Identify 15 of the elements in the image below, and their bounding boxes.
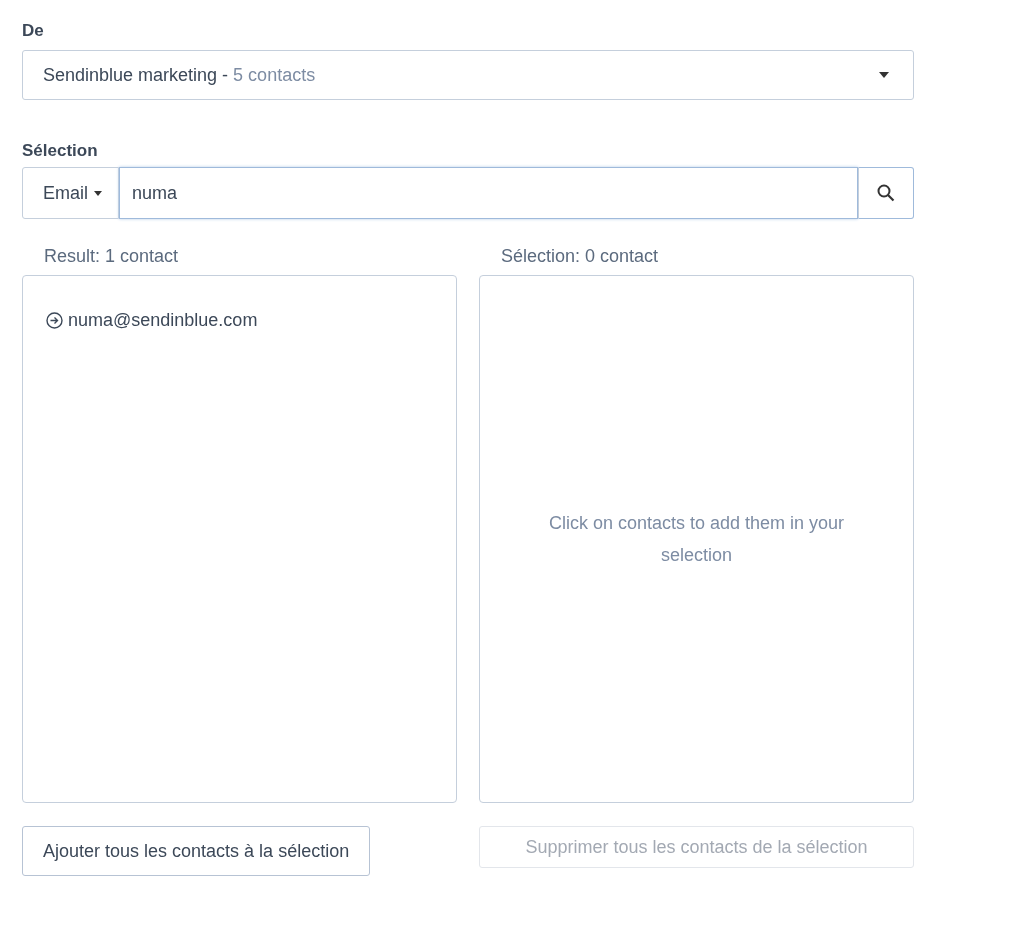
field-label: Sélection [22,140,98,162]
field-label: De [22,20,44,42]
caret-icon [94,190,102,196]
empty-hint: Click on contacts to add them in your selection [547,512,846,567]
contact-email[interactable]: numa@sendinblue.com [68,310,258,331]
arrow-circle-icon [46,312,63,329]
result-count: Result: 1 contact [43,245,179,268]
list-dropdown[interactable]: Sendinblue marketing - 5 contacts [22,50,914,100]
caret-icon [879,72,889,78]
selection-count: Sélection: 0 contact [500,245,659,268]
field-dropdown[interactable]: Email [22,167,119,219]
search-button[interactable] [858,167,914,219]
search-icon [877,184,895,202]
add-all-button[interactable]: Ajouter tous les contacts à la sélection [22,826,371,876]
search-field[interactable]: numa [119,167,858,219]
